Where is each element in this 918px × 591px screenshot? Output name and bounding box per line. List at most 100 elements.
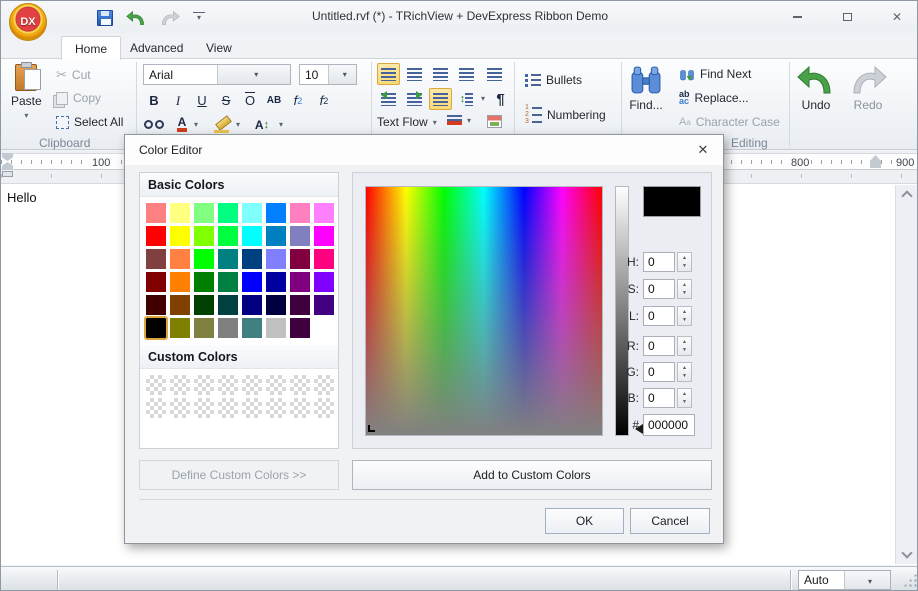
all-caps-button[interactable]: AB xyxy=(263,90,285,111)
custom-color-swatch[interactable] xyxy=(314,375,334,395)
align-center-button[interactable] xyxy=(403,63,426,85)
color-swatch[interactable] xyxy=(266,203,286,223)
font-family-select[interactable]: Arial▾ xyxy=(143,64,291,85)
paragraph-dialog-button[interactable] xyxy=(487,115,502,128)
color-swatch[interactable] xyxy=(314,272,334,292)
color-swatch[interactable] xyxy=(290,272,310,292)
red-spinner[interactable]: ▲▼ xyxy=(677,336,692,356)
color-swatch[interactable] xyxy=(314,203,334,223)
custom-color-swatch[interactable] xyxy=(242,375,262,395)
color-swatch[interactable] xyxy=(146,203,166,223)
color-swatch[interactable] xyxy=(314,295,334,315)
color-swatch[interactable] xyxy=(314,318,334,338)
close-button[interactable]: ✕ xyxy=(883,7,911,27)
highlight-button[interactable] xyxy=(211,114,233,135)
bold-button[interactable]: B xyxy=(143,90,165,111)
find-next-button[interactable]: Find Next xyxy=(679,67,751,81)
define-custom-colors-button[interactable]: Define Custom Colors >> xyxy=(139,460,339,490)
copy-button[interactable]: Copy xyxy=(56,91,101,105)
color-swatch[interactable] xyxy=(242,272,262,292)
color-swatch[interactable] xyxy=(146,226,166,246)
color-swatch[interactable] xyxy=(290,249,310,269)
align-right-button[interactable] xyxy=(429,63,452,85)
color-swatch[interactable] xyxy=(266,249,286,269)
color-swatch[interactable] xyxy=(242,249,262,269)
bullets-button[interactable]: Bullets xyxy=(525,73,582,87)
color-swatch[interactable] xyxy=(194,272,214,292)
color-swatch[interactable] xyxy=(242,226,262,246)
red-input[interactable] xyxy=(643,336,675,356)
strikethrough-button[interactable]: S xyxy=(215,90,237,111)
font-family-caret-icon[interactable]: ▾ xyxy=(217,65,291,84)
color-swatch[interactable] xyxy=(218,249,238,269)
saturation-spinner[interactable]: ▲▼ xyxy=(677,279,692,299)
font-size-caret-icon[interactable]: ▾ xyxy=(328,65,357,84)
cut-button[interactable]: ✂ Cut xyxy=(56,67,91,83)
color-swatch[interactable] xyxy=(146,318,166,338)
ok-button[interactable]: OK xyxy=(545,508,624,534)
color-swatch[interactable] xyxy=(194,226,214,246)
color-swatch[interactable] xyxy=(218,318,238,338)
custom-color-swatch[interactable] xyxy=(194,375,214,395)
color-swatch[interactable] xyxy=(290,226,310,246)
tab-home[interactable]: Home xyxy=(61,36,121,60)
color-swatch[interactable] xyxy=(194,203,214,223)
custom-color-swatch[interactable] xyxy=(146,375,166,395)
grow-font-caret[interactable]: ▾ xyxy=(275,114,287,135)
text-flow-button[interactable]: Text Flow▾ xyxy=(377,115,437,129)
color-swatch[interactable] xyxy=(218,272,238,292)
color-swatch[interactable] xyxy=(314,249,334,269)
color-swatch[interactable] xyxy=(170,295,190,315)
custom-color-swatch[interactable] xyxy=(242,398,262,418)
custom-color-swatch[interactable] xyxy=(290,398,310,418)
align-left-button[interactable] xyxy=(377,63,400,85)
lightness-spinner[interactable]: ▲▼ xyxy=(677,306,692,326)
color-swatch[interactable] xyxy=(194,249,214,269)
replace-button[interactable]: abac Replace... xyxy=(679,91,749,105)
green-input[interactable] xyxy=(643,362,675,382)
wrap-marks-button[interactable] xyxy=(429,88,452,110)
lightness-input[interactable] xyxy=(643,306,675,326)
numbering-button[interactable]: Numbering xyxy=(525,105,606,124)
color-swatch[interactable] xyxy=(218,295,238,315)
hex-input[interactable] xyxy=(643,414,695,436)
green-spinner[interactable]: ▲▼ xyxy=(677,362,692,382)
redo-button[interactable]: Redo xyxy=(847,65,889,112)
left-indent-marker[interactable] xyxy=(2,171,13,177)
paste-button[interactable]: Paste ▾ xyxy=(11,64,42,120)
color-swatch[interactable] xyxy=(218,203,238,223)
character-case-button[interactable]: Aa Character Case xyxy=(679,115,780,129)
dialog-title-bar[interactable]: Color Editor ✕ xyxy=(125,135,723,165)
color-swatch[interactable] xyxy=(218,226,238,246)
overline-button[interactable]: O xyxy=(239,90,261,111)
subscript-button[interactable]: f2 xyxy=(287,90,309,111)
minimize-button[interactable] xyxy=(783,7,811,27)
custom-color-swatch[interactable] xyxy=(218,375,238,395)
custom-color-swatch[interactable] xyxy=(266,375,286,395)
saturation-input[interactable] xyxy=(643,279,675,299)
superscript-button[interactable]: f2 xyxy=(313,90,335,111)
justify-button[interactable] xyxy=(455,63,478,85)
custom-color-swatch[interactable] xyxy=(290,375,310,395)
increase-indent-button[interactable] xyxy=(403,88,426,110)
decrease-indent-button[interactable] xyxy=(377,88,400,110)
line-spacing-caret[interactable]: ▾ xyxy=(477,88,489,109)
color-swatch[interactable] xyxy=(266,226,286,246)
tab-view[interactable]: View xyxy=(193,36,245,59)
color-swatch[interactable] xyxy=(242,295,262,315)
font-size-select[interactable]: 10▾ xyxy=(299,64,357,85)
zoom-select[interactable]: Auto ▾ xyxy=(798,570,891,590)
pilcrow-button[interactable]: ¶ xyxy=(489,88,512,110)
color-swatch[interactable] xyxy=(146,272,166,292)
blue-spinner[interactable]: ▲▼ xyxy=(677,388,692,408)
color-swatch[interactable] xyxy=(194,318,214,338)
color-swatch[interactable] xyxy=(242,318,262,338)
custom-color-swatch[interactable] xyxy=(314,398,334,418)
tab-advanced[interactable]: Advanced xyxy=(117,36,196,59)
custom-color-swatch[interactable] xyxy=(146,398,166,418)
color-swatch[interactable] xyxy=(170,272,190,292)
color-swatch[interactable] xyxy=(170,203,190,223)
find-button[interactable]: Find... xyxy=(629,65,663,112)
custom-color-swatch[interactable] xyxy=(170,398,190,418)
scroll-down-button[interactable] xyxy=(896,544,918,562)
